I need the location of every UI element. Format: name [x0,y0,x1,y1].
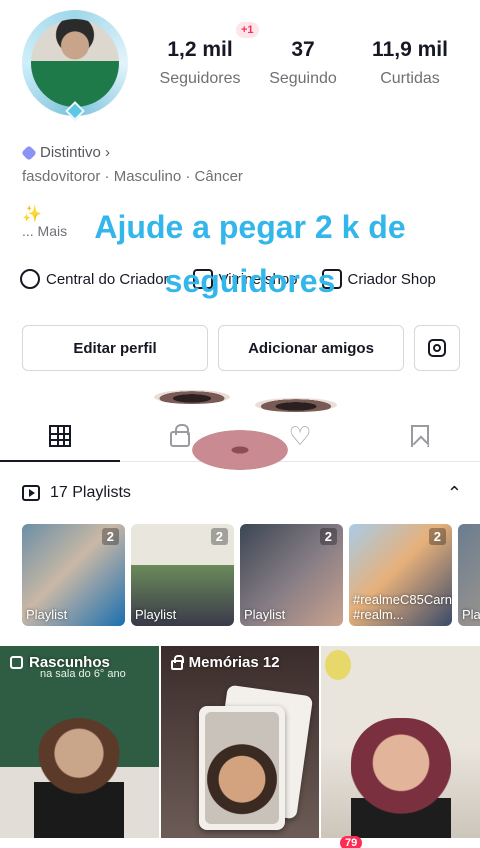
drafts-tile[interactable]: na sala do 6° ano Rascunhos [0,646,159,848]
playlist-card[interactable]: 2 Playlist [240,524,343,626]
playlist-icon [22,485,40,501]
stat-label: Curtidas [380,70,440,87]
heart-icon: ♡ [288,420,312,451]
profile-photo [31,19,119,107]
photo-thumbnail [204,712,279,824]
profile-meta: fasdovitoror · Masculino · Câncer [22,168,243,185]
sparkles-icon: ✨ [22,206,42,223]
background-decoration [325,650,352,680]
overlay-caption: Ajude a pegar 2 k de seguidores [94,209,406,299]
badge-label: Distintivo › [40,144,111,161]
video-thumbnail [351,718,452,848]
playlist-card[interactable]: 2 #realmeC85Carnaval #realm... [349,524,452,626]
grid-icon [49,424,71,447]
instagram-button[interactable] [414,325,460,371]
playlist-label: #realmeC85Carnaval #realm... [353,592,452,622]
profile-actions: Editar perfil Adicionar amigos [22,325,460,371]
sticker-lips [192,430,288,470]
playlist-label: Playlist [135,607,177,622]
stat-label: Seguindo [269,70,337,87]
profile-stats: 1,2 mil Seguidores 37 Seguindo 11,9 mil … [150,38,470,88]
instagram-icon [428,339,446,357]
avatar[interactable] [22,10,128,121]
edit-profile-button[interactable]: Editar perfil [22,325,208,371]
sticker-eye-right [255,398,337,412]
stat-followers[interactable]: 1,2 mil Seguidores [150,38,250,88]
memories-label: Memórias 12 [170,654,280,671]
playlist-label: Playlist [26,607,68,622]
new-followers-badge: +1 [236,22,259,38]
playlist-count: 2 [319,528,337,545]
playlist-count: 2 [210,528,228,545]
badge-link[interactable]: Distintivo › [21,144,111,161]
tab-saved[interactable] [360,410,480,461]
bookmark-icon [411,424,429,447]
stat-value: 11,9 mil [372,38,448,61]
stat-value: 37 [291,38,315,61]
bottom-nav [0,838,480,848]
drafts-text: Rascunhos [29,654,110,671]
playlist-count: 2 [101,528,119,545]
lock-icon [170,423,190,447]
stat-likes[interactable]: 11,9 mil Curtidas [356,38,464,88]
photo-card [198,706,285,830]
drafts-icon [10,656,23,669]
playlist-label: Pla [462,607,480,622]
playlist-card[interactable]: 2 Playlist [131,524,234,626]
stat-label: Seguidores [159,70,241,87]
sticker-eye-left [154,390,230,404]
lock-icon [170,654,184,670]
inbox-badge: 79 [340,836,363,848]
video-thumbnail [34,718,124,848]
stat-following[interactable]: 37 Seguindo [250,38,356,88]
add-friends-button[interactable]: Adicionar amigos [218,325,404,371]
playlist-card[interactable]: Pla [458,524,480,626]
playlist-card[interactable]: 2 Playlist [22,524,125,626]
video-tile[interactable] [321,646,480,848]
memories-tile[interactable]: Memórias 12 [160,646,320,848]
playlists-header[interactable]: 17 Playlists ⌃ [22,480,462,506]
lightning-icon [20,269,40,289]
drafts-label: Rascunhos [10,654,110,671]
playlist-count: 2 [428,528,446,545]
stat-value: 1,2 mil [167,38,233,61]
playlists-title: 17 Playlists [50,484,131,501]
memories-text: Memórias 12 [188,654,280,671]
playlist-row: 2 Playlist 2 Playlist 2 Playlist 2 #real… [22,524,480,628]
playlist-label: Playlist [244,607,286,622]
video-grid: na sala do 6° ano Rascunhos Memórias 12 [0,646,480,848]
chevron-up-icon[interactable]: ⌃ [447,483,462,504]
badge-icon [21,144,37,161]
tab-videos[interactable] [0,410,120,462]
